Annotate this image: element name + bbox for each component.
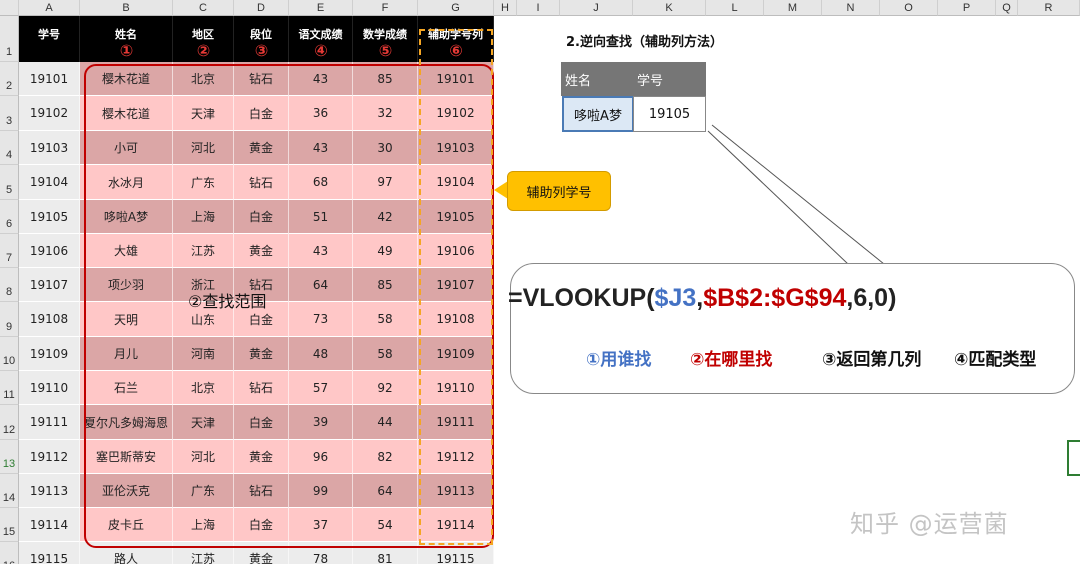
selected-cell-indicator (1067, 440, 1080, 476)
step-number-badge: ⑤ (378, 40, 393, 60)
column-header-k[interactable]: K (633, 0, 706, 16)
spreadsheet-window: ABCDEFGHIJKLMNOPQR1234567891011121314151… (0, 0, 1080, 564)
column-header-d[interactable]: D (234, 0, 289, 16)
table-cell[interactable]: 19112 (19, 440, 80, 474)
table-cell[interactable]: 19109 (19, 337, 80, 371)
row-header-13[interactable]: 13 (0, 440, 19, 474)
table-cell[interactable]: 19106 (19, 234, 80, 268)
row-header-11[interactable]: 11 (0, 371, 19, 405)
formula-arg-lookup-value: $J3 (654, 284, 697, 312)
formula-label-lookup-value: ①用谁找 (586, 350, 652, 370)
formula-label-column-index: ③返回第几列 (822, 350, 922, 370)
row-header-16[interactable]: 16 (0, 542, 19, 564)
column-header-o[interactable]: O (880, 0, 938, 16)
formula-label-match-type: ④匹配类型 (954, 350, 1037, 370)
callout-pointer (494, 181, 508, 199)
row-header-10[interactable]: 10 (0, 337, 19, 371)
helper-column-callout: 辅助列学号 (507, 171, 611, 211)
row-header-6[interactable]: 6 (0, 200, 19, 234)
formula-arg-rest: ,6,0) (846, 284, 897, 312)
formula-arg-range: $B$2:$G$94 (703, 284, 847, 312)
step-number-badge: ① (119, 40, 134, 60)
column-header-e[interactable]: E (289, 0, 353, 16)
table-cell[interactable]: 19107 (19, 268, 80, 302)
table-header-cell: 学号 (19, 16, 80, 62)
table-cell[interactable]: 19114 (19, 508, 80, 542)
row-header-8[interactable]: 8 (0, 268, 19, 302)
table-cell[interactable]: 19104 (19, 165, 80, 200)
formula-bubble (510, 263, 1075, 394)
column-header-b[interactable]: B (80, 0, 173, 16)
table-cell[interactable]: 19110 (19, 371, 80, 405)
row-header-4[interactable]: 4 (0, 131, 19, 165)
table-cell[interactable]: 19103 (19, 131, 80, 165)
row-header-15[interactable]: 15 (0, 508, 19, 542)
table-cell[interactable]: 19102 (19, 96, 80, 131)
lookup-range-label: ②查找范围 (188, 292, 267, 311)
watermark: 知乎 @运营菌 (850, 510, 1009, 538)
column-header-j[interactable]: J (560, 0, 633, 16)
column-header-l[interactable]: L (706, 0, 764, 16)
column-header-r[interactable]: R (1018, 0, 1080, 16)
lookup-header-name: 姓名 (561, 62, 633, 96)
formula-label-range: ②在哪里找 (690, 350, 773, 370)
column-header-h[interactable]: H (494, 0, 517, 16)
column-header-m[interactable]: M (764, 0, 822, 16)
table-cell[interactable]: 19108 (19, 302, 80, 337)
row-header-5[interactable]: 5 (0, 165, 19, 200)
column-header-g[interactable]: G (418, 0, 494, 16)
lookup-result-cell[interactable]: 19105 (633, 96, 706, 132)
lookup-section-title: 2.逆向查找（辅助列方法） (566, 35, 723, 50)
helper-column-highlight (419, 29, 493, 545)
row-header-7[interactable]: 7 (0, 234, 19, 268)
row-header-12[interactable]: 12 (0, 405, 19, 440)
formula-prefix: =VLOOKUP( (508, 284, 655, 312)
lookup-header-id: 学号 (633, 62, 706, 96)
table-cell[interactable]: 19101 (19, 62, 80, 96)
column-header-q[interactable]: Q (996, 0, 1018, 16)
table-cell[interactable]: 19115 (19, 542, 80, 564)
table-cell[interactable]: 19105 (19, 200, 80, 234)
row-header-2[interactable]: 2 (0, 62, 19, 96)
step-number-badge: ② (196, 40, 211, 60)
row-header-9[interactable]: 9 (0, 302, 19, 337)
step-number-badge: ③ (254, 40, 269, 60)
column-header-f[interactable]: F (353, 0, 418, 16)
table-cell[interactable]: 19111 (19, 405, 80, 440)
column-header-i[interactable]: I (517, 0, 560, 16)
select-all-corner[interactable] (0, 0, 19, 16)
row-header-3[interactable]: 3 (0, 96, 19, 131)
column-header-n[interactable]: N (822, 0, 880, 16)
vlookup-formula: =VLOOKUP($J3,$B$2:$G$94,6,0) (508, 284, 896, 313)
column-header-a[interactable]: A (19, 0, 80, 16)
lookup-name-cell[interactable]: 哆啦A梦 (562, 96, 634, 132)
column-header-c[interactable]: C (173, 0, 234, 16)
table-cell[interactable]: 19113 (19, 474, 80, 508)
step-number-badge: ④ (314, 40, 328, 60)
row-header-1[interactable]: 1 (0, 16, 19, 62)
row-header-14[interactable]: 14 (0, 474, 19, 508)
column-header-p[interactable]: P (938, 0, 996, 16)
